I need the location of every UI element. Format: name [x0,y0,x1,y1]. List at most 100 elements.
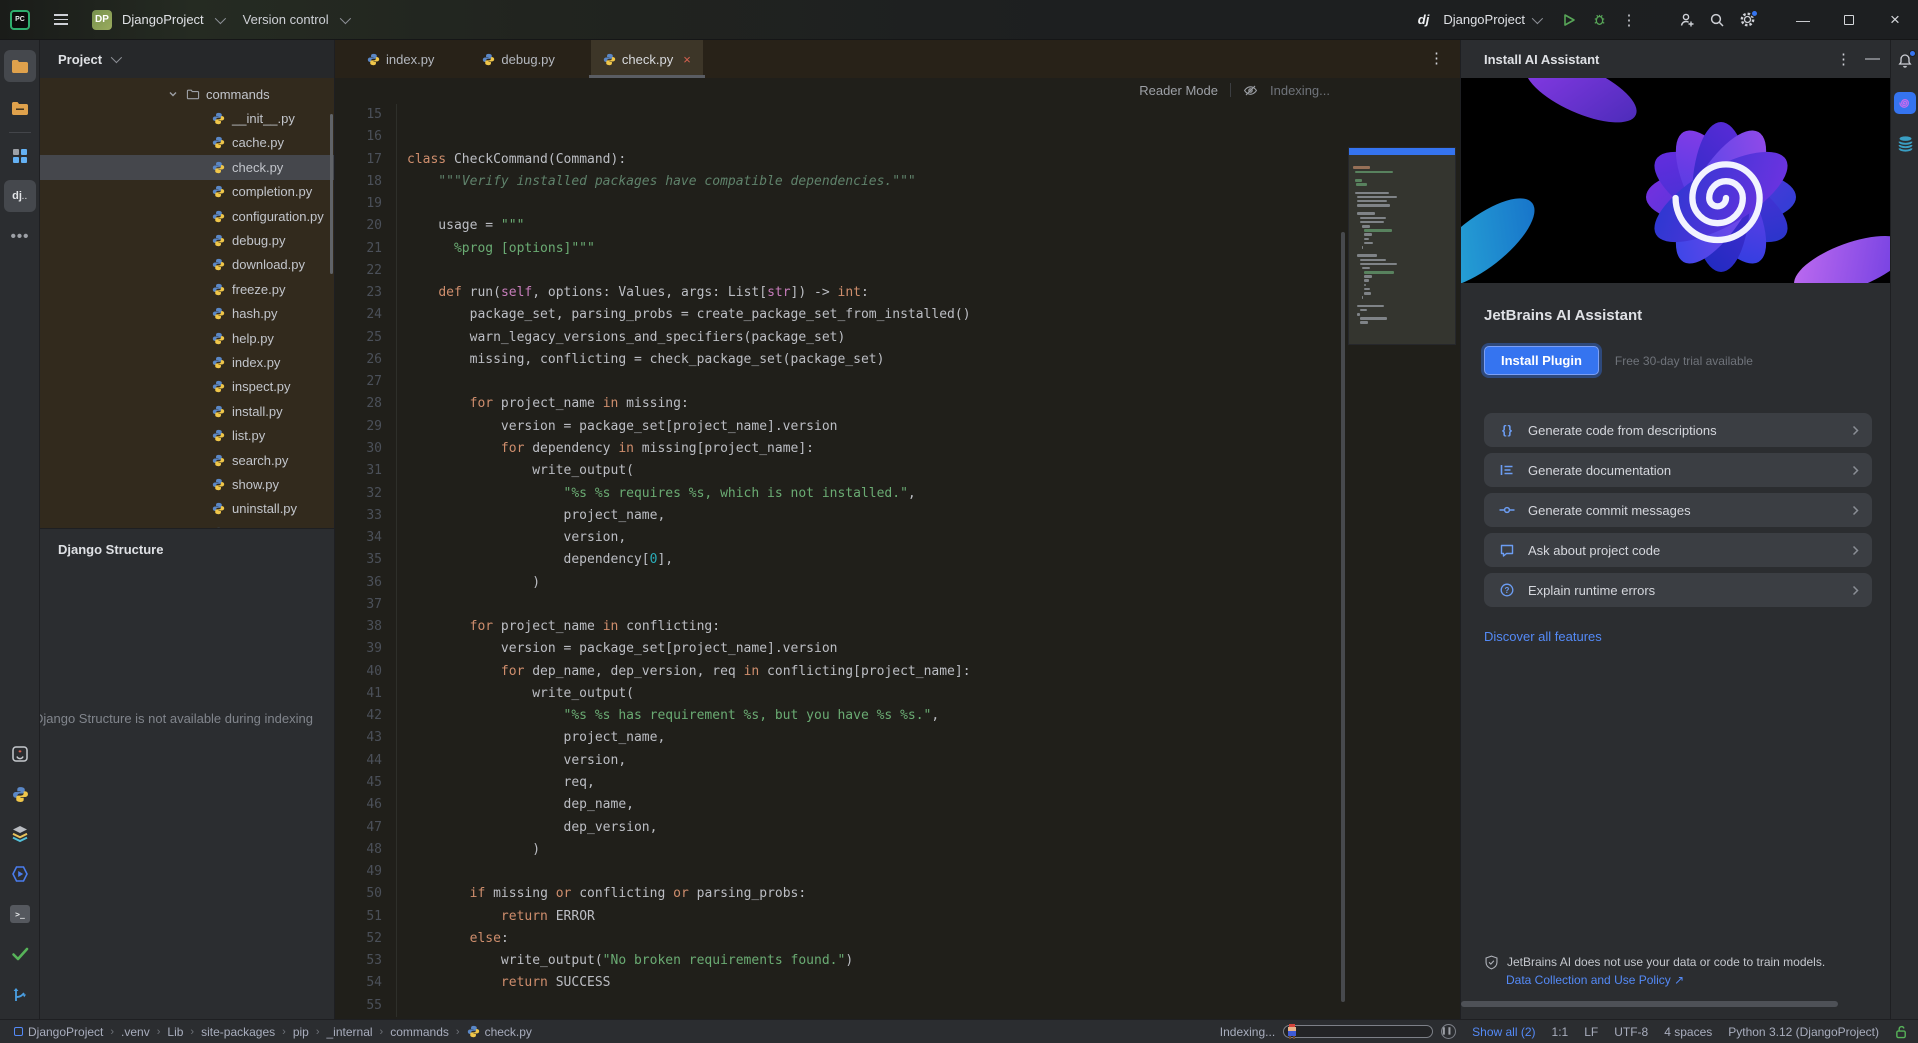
status-bar: DjangoProject›.venv›Lib›site-packages›pi… [0,1019,1918,1043]
caret-position[interactable]: 1:1 [1552,1025,1569,1039]
breadcrumb-pip[interactable]: pip [293,1025,309,1039]
debug-button[interactable] [1584,6,1614,34]
breadcrumb-check-py[interactable]: check.py [467,1025,532,1039]
run-configuration-selector[interactable]: dj DjangoProject [1418,12,1540,27]
tree-item-show-py[interactable]: show.py [40,472,334,496]
ai-horizontal-scrollbar[interactable] [1461,1001,1838,1007]
tree-item-check-py[interactable]: check.py [40,155,334,179]
project-tool-button[interactable] [4,50,36,82]
feature-card-generate-code-from-descriptions[interactable]: { }Generate code from descriptions [1484,413,1872,447]
tree-item-configuration-py[interactable]: configuration.py [40,204,334,228]
django-structure-tool-button[interactable]: dj.. [4,180,36,212]
python-packages-button[interactable] [4,818,36,850]
tree-item-label: completion.py [232,184,312,199]
line-number: 31 [335,460,397,482]
tree-item-wheel-py[interactable]: wheel.py [40,521,334,528]
breadcrumb-site-packages[interactable]: site-packages [201,1025,275,1039]
close-button[interactable]: × [1872,0,1918,40]
breadcrumb-djangoproject[interactable]: DjangoProject [14,1025,103,1039]
indent-style[interactable]: 4 spaces [1664,1025,1712,1039]
breadcrumb--venv[interactable]: .venv [121,1025,150,1039]
feature-card-ask-about-project-code[interactable]: Ask about project code [1484,533,1872,567]
unlocked-icon[interactable] [1895,1025,1908,1039]
settings-button[interactable] [1732,6,1762,34]
run-tool-button[interactable] [4,858,36,890]
code-line-26: 26 missing, conflicting = check_package_… [335,349,1460,371]
tree-item-cache-py[interactable]: cache.py [40,131,334,155]
more-tool-windows-button[interactable]: ••• [4,220,36,252]
search-everywhere-button[interactable] [1702,6,1732,34]
breadcrumb-commands[interactable]: commands [390,1025,449,1039]
file-encoding[interactable]: UTF-8 [1614,1025,1648,1039]
privacy-policy-link[interactable]: Data Collection and Use Policy ↗ [1506,973,1869,987]
commit-tool-button[interactable] [4,92,36,124]
pause-indexing-button[interactable]: ▍▍ [1441,1024,1456,1039]
run-button[interactable] [1554,6,1584,34]
code-line-53: 53 write_output("No broken requirements … [335,950,1460,972]
python-console-button[interactable] [4,778,36,810]
ai-assistant-stripe-button[interactable] [1894,92,1916,114]
services-tool-button[interactable] [4,738,36,770]
tab-index-py[interactable]: index.py [355,40,446,78]
feature-card-generate-commit-messages[interactable]: Generate commit messages [1484,493,1872,527]
code-editor[interactable]: 151617class CheckCommand(Command):18 """… [335,102,1460,1019]
tree-item-download-py[interactable]: download.py [40,253,334,277]
maximize-button[interactable] [1826,0,1872,40]
tab-debug-py[interactable]: debug.py [470,40,567,78]
database-stripe-button[interactable] [1894,132,1916,154]
tree-scrollbar[interactable] [330,114,333,274]
breadcrumb--internal[interactable]: _internal [327,1025,373,1039]
tab-check-py[interactable]: check.py× [591,40,703,78]
code-text: for dep_name, dep_version, req in confli… [397,661,971,683]
tree-item-completion-py[interactable]: completion.py [40,180,334,204]
line-number: 21 [335,238,397,260]
line-ending[interactable]: LF [1584,1025,1598,1039]
tree-item-search-py[interactable]: search.py [40,448,334,472]
tree-item-commands[interactable]: commands [40,82,334,106]
install-plugin-button[interactable]: Install Plugin [1484,346,1599,375]
tab-options-button[interactable]: ⋮ [1429,49,1444,67]
tab-close-button[interactable]: × [683,52,691,67]
main-menu-button[interactable] [44,6,78,34]
structure-tool-button[interactable] [4,140,36,172]
more-actions-button[interactable]: ⋮ [1614,6,1644,34]
minimap-line [1349,259,1455,262]
feature-card-explain-runtime-errors[interactable]: ?Explain runtime errors [1484,573,1872,607]
tree-item-inspect-py[interactable]: inspect.py [40,375,334,399]
tree-item-label: uninstall.py [232,501,297,516]
tree-item-hash-py[interactable]: hash.py [40,302,334,326]
vcs-widget[interactable]: Version control [237,12,348,27]
git-tool-button[interactable] [4,978,36,1010]
terminal-tool-button[interactable]: >_ [4,898,36,930]
minimize-button[interactable]: — [1780,0,1826,40]
tree-item-label: debug.py [232,233,286,248]
discover-all-features-link[interactable]: Discover all features [1484,629,1602,644]
tree-item-install-py[interactable]: install.py [40,399,334,423]
feature-card-generate-documentation[interactable]: Generate documentation [1484,453,1872,487]
notifications-button[interactable] [1894,50,1916,72]
tree-item-help-py[interactable]: help.py [40,326,334,350]
breadcrumb-lib[interactable]: Lib [167,1025,183,1039]
python-interpreter[interactable]: Python 3.12 (DjangoProject) [1728,1025,1879,1039]
ai-hero-image [1461,78,1890,283]
project-panel-header[interactable]: Project [40,40,334,78]
tree-item-freeze-py[interactable]: freeze.py [40,277,334,301]
eye-off-icon[interactable] [1243,83,1258,98]
code-with-me-button[interactable] [1672,6,1702,34]
project-widget[interactable]: DP DjangoProject [92,10,223,30]
reader-mode-toggle[interactable]: Reader Mode [1139,83,1218,98]
tree-item-debug-py[interactable]: debug.py [40,228,334,252]
ai-panel-hide-button[interactable]: — [1865,54,1880,64]
line-number: 20 [335,215,397,237]
tree-item--init-py[interactable]: __init__.py [40,106,334,130]
editor-scrollbar[interactable] [1341,232,1345,1002]
ai-panel-options-button[interactable]: ⋮ [1836,50,1851,68]
notification-dot [1751,10,1758,17]
breadcrumb-label: check.py [485,1025,532,1039]
problems-tool-button[interactable] [4,938,36,970]
tree-item-uninstall-py[interactable]: uninstall.py [40,497,334,521]
tree-item-index-py[interactable]: index.py [40,350,334,374]
minimap[interactable] [1348,147,1456,345]
tree-item-list-py[interactable]: list.py [40,423,334,447]
show-all-link[interactable]: Show all (2) [1472,1025,1535,1039]
